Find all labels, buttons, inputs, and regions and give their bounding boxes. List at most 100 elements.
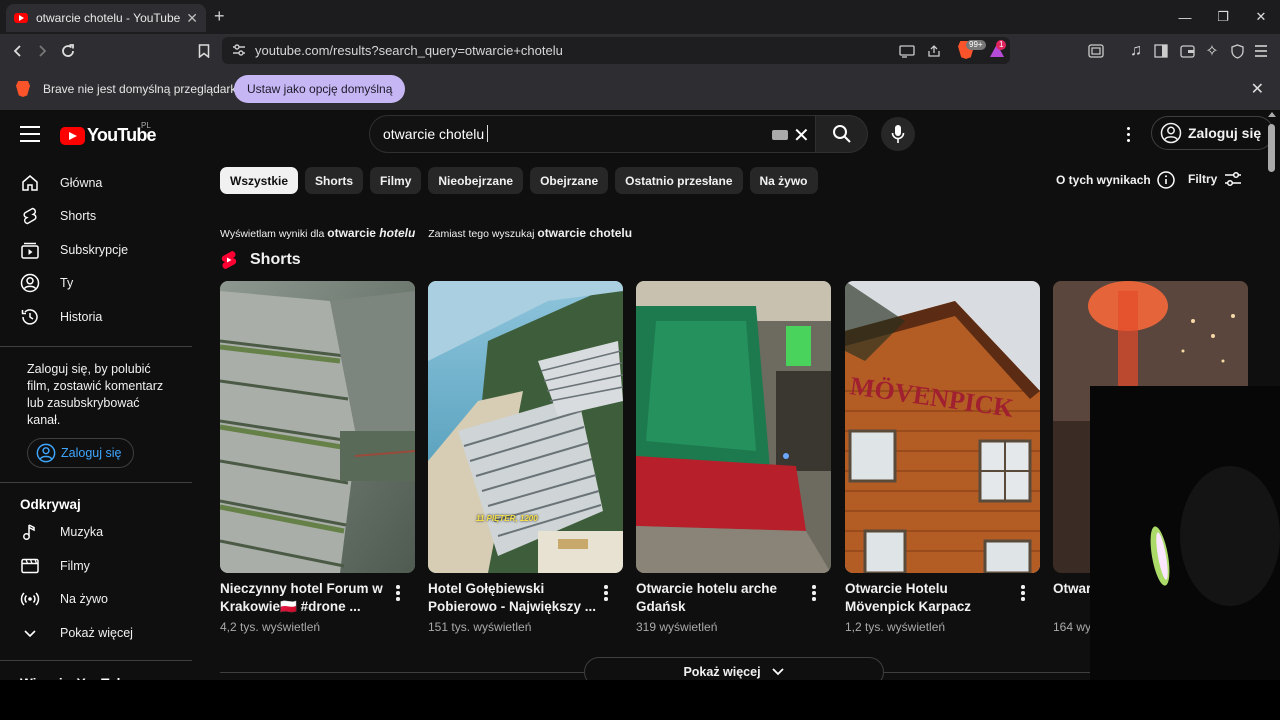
keyboard-icon[interactable] [772, 130, 788, 140]
sidebar-item-shorts[interactable]: Shorts [0, 200, 192, 234]
short-thumbnail[interactable]: MÖVENPICK [845, 281, 1040, 573]
tab-close-icon[interactable]: ✕ [186, 10, 198, 27]
back-button[interactable] [8, 41, 28, 61]
site-settings-icon[interactable] [232, 43, 246, 57]
minimize-button[interactable]: — [1166, 0, 1204, 34]
short-title[interactable]: Hotel Gołębiewski Pobierowo - Największy… [428, 580, 598, 616]
short-more-icon[interactable] [1021, 585, 1025, 601]
browser-tab-bar: otwarcie chotelu - YouTube ✕ + — ❐ ✕ [0, 0, 1280, 34]
short-more-icon[interactable] [812, 585, 816, 601]
sidebar-item-label: Ty [60, 276, 74, 291]
set-default-button[interactable]: Ustaw jako opcję domyślną [234, 75, 406, 103]
signin-button[interactable]: Zaloguj się [1151, 116, 1275, 150]
forward-button[interactable] [32, 41, 52, 61]
music-player-icon[interactable]: ♫ [1126, 41, 1146, 61]
restore-button[interactable]: ❐ [1204, 0, 1242, 34]
sidebar-item-live[interactable]: Na żywo [0, 583, 192, 617]
short-thumbnail[interactable] [636, 281, 831, 573]
search-button[interactable] [816, 115, 868, 153]
short-title[interactable]: Otwarcie Hotelu Mövenpick Karpacz [845, 580, 1015, 616]
chip-videos[interactable]: Filmy [370, 167, 422, 194]
country-code: PL [141, 121, 151, 130]
chip-all[interactable]: Wszystkie [220, 167, 299, 194]
vpn-icon[interactable] [1227, 41, 1247, 61]
sidebar-item-you[interactable]: Ty [0, 267, 192, 301]
voice-search-button[interactable] [881, 117, 915, 151]
browser-tab[interactable]: otwarcie chotelu - YouTube ✕ [6, 4, 206, 32]
guide-menu-button[interactable] [20, 126, 40, 142]
window-controls: — ❐ ✕ [1166, 0, 1280, 34]
youtube-logo[interactable]: YouTube PL [60, 121, 157, 146]
instead-prefix: Zamiast tego wyszukaj [428, 228, 535, 240]
short-card[interactable]: MÖVENPICK Otwarcie Hotelu Mövenpick Karp… [845, 281, 1040, 634]
cast-icon[interactable] [898, 42, 916, 60]
address-bar[interactable]: youtube.com/results?search_query=otwarci… [222, 37, 1010, 64]
youtube-page: YouTube PL otwarcie chotelu ✕ Zaloguj si… [0, 110, 1280, 680]
about-results-button[interactable]: O tych wynikach [1056, 171, 1175, 189]
sidebar-item-movies[interactable]: Filmy [0, 549, 192, 583]
scroll-up-arrow-icon[interactable] [1268, 112, 1276, 117]
short-more-icon[interactable] [396, 585, 400, 601]
tab-title: otwarcie chotelu - YouTube [36, 11, 181, 25]
infobar-close-icon[interactable]: ✕ [1251, 79, 1264, 99]
search-box[interactable]: otwarcie chotelu ✕ [369, 115, 816, 153]
settings-kebab-icon[interactable] [1118, 122, 1138, 146]
panel-icon[interactable] [1151, 41, 1171, 61]
sidebar-item-show-more[interactable]: Pokaż więcej [0, 616, 192, 650]
short-title[interactable]: Otwarcie hotelu arche Gdańsk [636, 580, 806, 616]
menu-icon[interactable] [1251, 41, 1271, 61]
chip-unwatched[interactable]: Nieobejrzane [428, 167, 524, 194]
short-thumbnail[interactable]: 11 PIĘTER, 1200 [428, 281, 623, 573]
sidebar-item-subscriptions[interactable]: Subskrypcje [0, 233, 192, 267]
page-scrollbar[interactable] [1268, 124, 1275, 172]
sidebar-item-label: Pokaż więcej [60, 625, 133, 640]
spelling-correction: Wyświetlam wyniki dla otwarcie hotelu Za… [220, 226, 632, 240]
show-more-shorts-button[interactable]: Pokaż więcej [584, 657, 884, 680]
corrected-query-link[interactable]: otwarcie hotelu [327, 226, 415, 240]
sidebar-item-home[interactable]: Główna [0, 166, 192, 200]
info-icon [1156, 171, 1175, 189]
brave-logo-icon [16, 81, 30, 97]
wallet-icon[interactable] [1177, 41, 1197, 61]
youtube-favicon-icon [14, 13, 28, 23]
search-input[interactable]: otwarcie chotelu [383, 126, 484, 142]
sidebar-signin-button[interactable]: Zaloguj się [27, 437, 135, 468]
clear-search-icon[interactable]: ✕ [793, 123, 810, 148]
chip-recently-uploaded[interactable]: Ostatnio przesłane [615, 167, 743, 194]
short-more-icon[interactable] [604, 585, 608, 601]
short-card[interactable]: 11 PIĘTER, 1200 Hotel Gołębiewski Pobier… [428, 281, 623, 634]
music-icon [20, 522, 40, 542]
reload-button[interactable] [58, 41, 78, 61]
sidebar-toggle-icon[interactable] [1086, 41, 1106, 61]
short-title[interactable]: Nieczynny hotel Forum w Krakowie🇵🇱 #dron… [220, 580, 390, 616]
sidebar-item-history[interactable]: Historia [0, 300, 192, 334]
explore-heading: Odkrywaj [20, 496, 81, 512]
chevron-down-icon [20, 623, 40, 643]
leo-ai-icon[interactable]: ✧ [1202, 41, 1222, 61]
new-tab-button[interactable]: + [214, 6, 225, 27]
short-thumbnail[interactable] [220, 281, 415, 573]
short-card[interactable]: Otwarcie hotelu arche Gdańsk 319 wyświet… [636, 281, 831, 634]
live-icon [20, 589, 40, 609]
chip-shorts[interactable]: Shorts [305, 167, 364, 194]
chip-watched[interactable]: Obejrzane [530, 167, 609, 194]
home-icon [20, 173, 40, 193]
filters-button[interactable]: Filtry [1188, 171, 1242, 187]
sidebar-signin-label: Zaloguj się [61, 445, 122, 460]
share-icon[interactable] [925, 42, 943, 60]
close-window-button[interactable]: ✕ [1242, 0, 1280, 34]
sidebar-item-music[interactable]: Muzyka [0, 516, 192, 550]
sidebar-item-label: Shorts [60, 209, 97, 224]
sidebar-signin-message: Zaloguj się, by polubić film, zostawić k… [27, 361, 164, 427]
short-card[interactable]: Nieczynny hotel Forum w Krakowie🇵🇱 #dron… [220, 281, 415, 634]
shorts-shelf-heading: Shorts [220, 250, 301, 270]
screen-bottom-strip [0, 680, 1280, 720]
infobar-message: Brave nie jest domyślną przeglądarką [43, 82, 244, 96]
rewards-count-badge: 1 [996, 40, 1007, 50]
youtube-play-icon [60, 126, 85, 145]
filter-sliders-icon [1224, 171, 1242, 187]
chip-live[interactable]: Na żywo [749, 167, 818, 194]
original-query-link[interactable]: otwarcie chotelu [537, 226, 632, 240]
bookmark-icon[interactable] [194, 41, 214, 61]
filters-label: Filtry [1188, 172, 1218, 186]
